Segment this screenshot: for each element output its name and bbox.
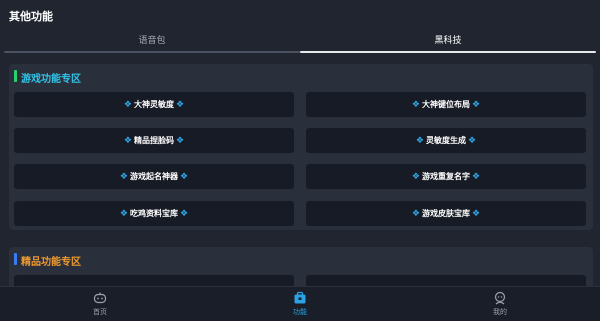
diamond-icon: ❖ xyxy=(472,208,481,219)
nav-label: 我的 xyxy=(493,308,507,316)
feature-button-sensitivity[interactable]: ❖ 大神灵敏度 ❖ xyxy=(14,92,294,117)
feature-button-duplicate-name[interactable]: ❖ 游戏重复名字 ❖ xyxy=(306,164,586,189)
game-features-section: 游戏功能专区 ❖ 大神灵敏度 ❖ ❖ 大神键位布局 ❖ ❖ 精品捏脸码 ❖ ❖ … xyxy=(9,64,593,230)
nav-features[interactable]: 功能 xyxy=(270,291,330,317)
diamond-icon: ❖ xyxy=(415,135,424,146)
diamond-icon: ❖ xyxy=(176,99,185,110)
diamond-icon: ❖ xyxy=(123,135,132,146)
section-accent-bar xyxy=(14,70,17,82)
toolbox-icon xyxy=(294,291,306,304)
user-icon xyxy=(494,291,506,305)
feature-label: 游戏重复名字 xyxy=(422,172,470,181)
feature-label: 大神键位布局 xyxy=(422,100,470,109)
feature-button-sensitivity-gen[interactable]: ❖ 灵敏度生成 ❖ xyxy=(306,128,586,153)
section-title: 精品功能专区 xyxy=(21,257,81,268)
section-title: 游戏功能专区 xyxy=(21,74,81,85)
nav-label: 首页 xyxy=(93,308,107,316)
feature-button-placeholder[interactable] xyxy=(14,275,294,286)
feature-label: 精品捏脸码 xyxy=(134,136,174,145)
tab-black-tech[interactable]: 黑科技 xyxy=(300,30,596,54)
tab-underline xyxy=(4,51,300,53)
feature-button-key-layout[interactable]: ❖ 大神键位布局 ❖ xyxy=(306,92,586,117)
diamond-icon: ❖ xyxy=(472,99,481,110)
bottom-navigation: 首页 功能 我的 xyxy=(0,286,600,321)
diamond-icon: ❖ xyxy=(468,135,477,146)
diamond-icon: ❖ xyxy=(119,208,128,219)
section-accent-bar xyxy=(14,253,17,265)
feature-button-pubg-data[interactable]: ❖ 吃鸡资料宝库 ❖ xyxy=(14,201,294,226)
tab-voice-pack[interactable]: 语音包 xyxy=(4,30,300,54)
feature-label: 吃鸡资料宝库 xyxy=(130,209,178,218)
diamond-icon: ❖ xyxy=(411,208,420,219)
feature-button-face-code[interactable]: ❖ 精品捏脸码 ❖ xyxy=(14,128,294,153)
feature-button-name-generator[interactable]: ❖ 游戏起名神器 ❖ xyxy=(14,164,294,189)
diamond-icon: ❖ xyxy=(119,171,128,182)
tab-underline-active xyxy=(300,51,596,53)
diamond-icon: ❖ xyxy=(123,99,132,110)
tab-label: 语音包 xyxy=(138,36,166,46)
diamond-icon: ❖ xyxy=(180,208,189,219)
diamond-icon: ❖ xyxy=(472,171,481,182)
nav-home[interactable]: 首页 xyxy=(70,291,130,317)
diamond-icon: ❖ xyxy=(176,135,185,146)
feature-button-placeholder[interactable] xyxy=(306,275,586,286)
nav-profile[interactable]: 我的 xyxy=(470,291,530,317)
feature-label: 游戏皮肤宝库 xyxy=(422,209,470,218)
premium-features-section: 精品功能专区 xyxy=(9,247,593,286)
tab-label: 黑科技 xyxy=(434,36,462,46)
app-header: 其他功能 xyxy=(0,0,600,30)
feature-label: 大神灵敏度 xyxy=(134,100,174,109)
feature-label: 灵敏度生成 xyxy=(426,136,466,145)
content-scroll-area[interactable]: 游戏功能专区 ❖ 大神灵敏度 ❖ ❖ 大神键位布局 ❖ ❖ 精品捏脸码 ❖ ❖ … xyxy=(0,54,600,286)
gamepad-icon xyxy=(93,292,107,304)
feature-button-skin-library[interactable]: ❖ 游戏皮肤宝库 ❖ xyxy=(306,201,586,226)
diamond-icon: ❖ xyxy=(180,171,189,182)
tab-bar: 语音包 黑科技 xyxy=(0,30,600,54)
page-title: 其他功能 xyxy=(9,10,53,23)
feature-label: 游戏起名神器 xyxy=(130,172,178,181)
diamond-icon: ❖ xyxy=(411,99,420,110)
nav-label: 功能 xyxy=(293,308,307,316)
diamond-icon: ❖ xyxy=(411,171,420,182)
